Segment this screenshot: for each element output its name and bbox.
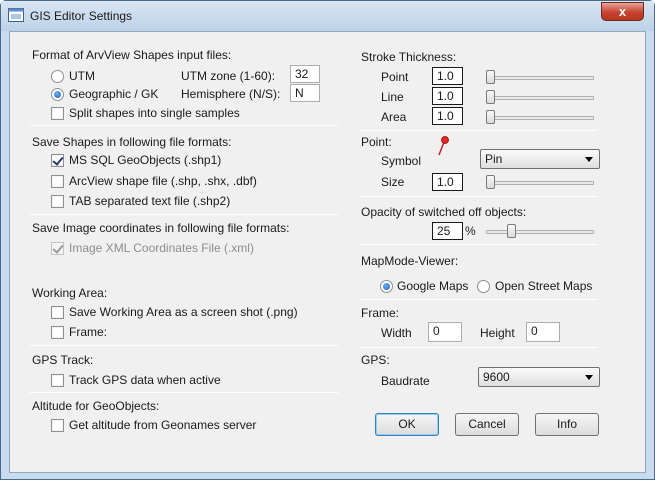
title-bar: GIS Editor Settings x bbox=[1, 1, 654, 31]
stroke-area-slider[interactable] bbox=[486, 110, 495, 124]
settings-window: GIS Editor Settings x Format of ArvView … bbox=[0, 0, 655, 480]
symbol-dropdown[interactable]: Pin bbox=[480, 149, 600, 169]
geonames-checkbox[interactable] bbox=[51, 419, 64, 432]
ok-button[interactable]: OK bbox=[375, 413, 439, 436]
track-gps-checkbox[interactable] bbox=[51, 374, 64, 387]
save-shapes-heading: Save Shapes in following file formats: bbox=[32, 135, 232, 149]
ms-sql-checkbox[interactable] bbox=[51, 154, 64, 167]
osm-label: Open Street Maps bbox=[495, 279, 593, 293]
geographic-radio[interactable] bbox=[51, 88, 64, 101]
stroke-area-input[interactable]: 1.0 bbox=[432, 107, 463, 125]
track-gps-label: Track GPS data when active bbox=[69, 373, 221, 387]
mapmode-heading: MapMode-Viewer: bbox=[361, 254, 459, 268]
tab-separated-label: TAB separated text file (.shp2) bbox=[69, 194, 231, 208]
gps-heading: GPS: bbox=[361, 353, 390, 367]
chevron-down-icon bbox=[585, 157, 593, 162]
pin-icon bbox=[438, 136, 449, 156]
frame-heading: Frame: bbox=[361, 306, 400, 320]
cancel-button[interactable]: Cancel bbox=[455, 413, 519, 436]
point-heading: Point: bbox=[361, 135, 392, 149]
utm-zone-label: UTM zone (1-60): bbox=[181, 69, 276, 83]
chevron-down-icon bbox=[585, 375, 593, 380]
tab-separated-checkbox[interactable] bbox=[51, 195, 64, 208]
stroke-point-label: Point bbox=[381, 70, 409, 84]
opacity-heading: Opacity of switched off objects: bbox=[361, 205, 527, 219]
screenshot-label: Save Working Area as a screen shot (.png… bbox=[69, 305, 298, 319]
stroke-point-slider[interactable] bbox=[486, 70, 495, 84]
stroke-line-input[interactable]: 1.0 bbox=[432, 87, 463, 105]
stroke-heading: Stroke Thickness: bbox=[361, 50, 457, 64]
stroke-point-input[interactable]: 1.0 bbox=[432, 67, 463, 85]
size-slider-track bbox=[486, 181, 594, 185]
opacity-slider-track bbox=[486, 230, 594, 234]
separator bbox=[359, 196, 597, 197]
screenshot-checkbox[interactable] bbox=[51, 306, 64, 319]
save-image-heading: Save Image coordinates in following file… bbox=[32, 221, 290, 235]
hemisphere-label: Hemisphere (N/S): bbox=[181, 87, 281, 101]
frame-height-label: Height bbox=[480, 326, 515, 340]
xml-coordinates-label: Image XML Coordinates File (.xml) bbox=[69, 241, 254, 255]
frame-label: Frame: bbox=[69, 325, 108, 339]
stroke-point-slider-track bbox=[486, 76, 594, 80]
stroke-area-slider-track bbox=[486, 116, 594, 120]
app-icon bbox=[8, 8, 24, 22]
close-button[interactable]: x bbox=[601, 2, 644, 21]
size-slider[interactable] bbox=[486, 175, 495, 189]
separator bbox=[359, 299, 597, 300]
utm-zone-input[interactable]: 32 bbox=[290, 65, 320, 83]
opacity-slider[interactable] bbox=[507, 224, 516, 238]
arcview-label: ArcView shape file (.shp, .shx, .dbf) bbox=[69, 174, 257, 188]
separator bbox=[30, 392, 338, 393]
geonames-label: Get altitude from Geonames server bbox=[69, 418, 257, 432]
separator bbox=[359, 130, 597, 131]
stroke-line-label: Line bbox=[381, 90, 404, 104]
separator bbox=[30, 214, 338, 215]
opacity-input[interactable]: 25 bbox=[432, 222, 463, 240]
split-shapes-label: Split shapes into single samples bbox=[69, 106, 240, 120]
frame-checkbox[interactable] bbox=[51, 326, 64, 339]
google-maps-radio[interactable] bbox=[380, 280, 393, 293]
info-button[interactable]: Info bbox=[535, 413, 599, 436]
stroke-area-label: Area bbox=[381, 110, 407, 124]
utm-radio[interactable] bbox=[51, 70, 64, 83]
utm-radio-label: UTM bbox=[69, 69, 95, 83]
split-shapes-checkbox[interactable] bbox=[51, 107, 64, 120]
hemisphere-input[interactable]: N bbox=[290, 84, 320, 102]
working-area-heading: Working Area: bbox=[32, 286, 108, 300]
baudrate-label: Baudrate bbox=[381, 374, 430, 388]
size-input[interactable]: 1.0 bbox=[432, 173, 463, 191]
arcview-checkbox[interactable] bbox=[51, 175, 64, 188]
xml-coordinates-checkbox[interactable] bbox=[51, 242, 64, 255]
size-label: Size bbox=[381, 175, 405, 189]
gps-track-heading: GPS Track: bbox=[32, 353, 94, 367]
altitude-heading: Altitude for GeoObjects: bbox=[32, 399, 160, 413]
symbol-dropdown-value: Pin bbox=[485, 152, 503, 166]
stroke-line-slider[interactable] bbox=[486, 90, 495, 104]
symbol-label: Symbol bbox=[381, 154, 422, 168]
window-title: GIS Editor Settings bbox=[30, 9, 133, 23]
frame-height-input[interactable]: 0 bbox=[526, 322, 560, 342]
dialog-body: Format of ArvView Shapes input files: UT… bbox=[9, 31, 646, 473]
separator bbox=[359, 347, 597, 348]
separator bbox=[30, 345, 338, 346]
google-maps-label: Google Maps bbox=[397, 279, 469, 293]
geographic-radio-label: Geographic / GK bbox=[69, 87, 159, 101]
shapes-input-heading: Format of ArvView Shapes input files: bbox=[32, 48, 232, 62]
separator bbox=[30, 125, 338, 126]
baudrate-dropdown-value: 9600 bbox=[483, 370, 510, 384]
baudrate-dropdown[interactable]: 9600 bbox=[478, 367, 600, 387]
frame-width-input[interactable]: 0 bbox=[428, 322, 462, 342]
ms-sql-label: MS SQL GeoObjects (.shp1) bbox=[69, 153, 222, 167]
separator bbox=[359, 244, 597, 245]
opacity-unit: % bbox=[465, 224, 476, 238]
stroke-line-slider-track bbox=[486, 96, 594, 100]
frame-width-label: Width bbox=[381, 326, 412, 340]
osm-radio[interactable] bbox=[477, 280, 490, 293]
